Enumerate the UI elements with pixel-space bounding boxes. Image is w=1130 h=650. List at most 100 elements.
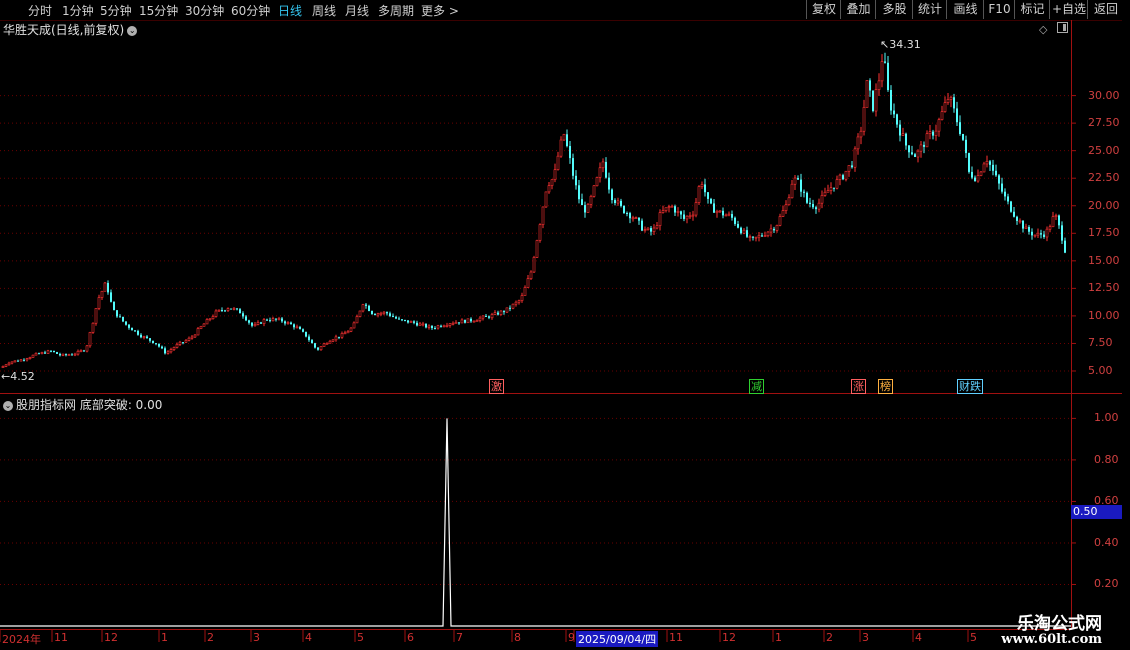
candle-body [404, 319, 406, 321]
indicator-tick-label: 0.80 [1094, 452, 1119, 466]
date-label: 12 [104, 631, 118, 644]
candle-body [923, 144, 925, 147]
candle-body [407, 320, 409, 323]
candle [520, 292, 524, 303]
candle-body [790, 183, 794, 199]
chevron-down-icon[interactable]: ⌄ [3, 400, 13, 411]
candle [152, 340, 154, 344]
candle [166, 350, 170, 355]
candle-body [847, 165, 851, 172]
candle-body [979, 171, 983, 176]
candle [365, 302, 367, 309]
candle [623, 205, 625, 214]
candle [1051, 211, 1055, 228]
candle-body [890, 90, 892, 111]
indicator-panel-title[interactable]: ⌄ 股朋指标网 底部突破: 0.00 [3, 396, 162, 413]
candle-body [466, 318, 470, 324]
candle-body [569, 146, 571, 159]
candle [1064, 237, 1066, 254]
candle-body [754, 236, 758, 239]
candle-body [295, 326, 299, 329]
candle-body [547, 185, 551, 193]
candle-body [85, 345, 89, 352]
candle [616, 197, 620, 206]
candle [505, 307, 509, 314]
candle [214, 309, 218, 318]
candle [887, 56, 889, 92]
candle-body [605, 161, 607, 178]
candle [946, 92, 950, 105]
candle-body [1043, 234, 1045, 237]
candle-body [694, 202, 698, 216]
candle-body [946, 99, 950, 103]
candle [697, 185, 701, 206]
candle [1016, 215, 1018, 225]
candle [940, 105, 944, 121]
candle [38, 352, 40, 355]
candle [1040, 229, 1042, 239]
candle-body [601, 161, 605, 169]
chart-area[interactable] [0, 0, 1130, 650]
candle-body [349, 327, 353, 332]
candle [401, 318, 403, 322]
candle [97, 294, 101, 311]
candle [65, 353, 67, 357]
candle-body [623, 205, 625, 213]
candle [103, 282, 107, 292]
candle [670, 204, 674, 208]
candle [1, 365, 5, 368]
candle [713, 199, 715, 213]
candle-body [4, 364, 8, 367]
candle [916, 149, 920, 163]
candle-body [137, 330, 139, 335]
event-marker-2[interactable]: 涨 [851, 379, 866, 394]
candle-body [1051, 216, 1055, 228]
candle-body [661, 210, 665, 213]
candle [53, 350, 55, 353]
event-marker-3[interactable]: 榜 [878, 379, 893, 394]
candle [976, 169, 980, 183]
candle-body [899, 124, 901, 136]
date-label: 2025/09/04/四 [576, 631, 659, 647]
candle-body [992, 164, 994, 171]
candle-body [773, 228, 775, 231]
candle [1001, 177, 1003, 194]
candle [974, 175, 976, 182]
candle [559, 136, 563, 158]
candle [790, 180, 794, 199]
candle [284, 320, 286, 326]
price-tick-label: 25.00 [1088, 143, 1120, 157]
candle [715, 209, 719, 218]
candle-body [641, 220, 643, 231]
candle-body [149, 338, 151, 341]
candle-body [803, 191, 805, 193]
event-marker-1[interactable]: 减 [749, 379, 764, 394]
candle [23, 358, 25, 362]
candle-body [281, 318, 283, 322]
event-marker-4[interactable]: 财跌 [957, 379, 983, 394]
candle-body [620, 200, 622, 206]
candle [611, 188, 613, 204]
candle [566, 129, 568, 148]
candle-body [505, 307, 509, 313]
candle-body [44, 352, 46, 354]
candle-body [932, 131, 934, 136]
event-marker-0[interactable]: 激 [489, 379, 504, 394]
candle [553, 163, 557, 183]
candle-body [731, 214, 733, 218]
candle-body [448, 323, 452, 326]
candle [398, 316, 400, 320]
candle-body [514, 301, 518, 305]
candle-body [722, 210, 724, 216]
candle-body [572, 158, 574, 176]
candle-body [19, 359, 23, 362]
candle-body [31, 354, 35, 358]
date-label: 1 [775, 631, 782, 644]
candle-body [113, 301, 115, 311]
candle-body [166, 351, 170, 354]
candle [937, 117, 941, 137]
candle [884, 52, 886, 64]
candle-body [38, 353, 40, 355]
candle [908, 145, 910, 158]
candle-body [763, 235, 767, 238]
